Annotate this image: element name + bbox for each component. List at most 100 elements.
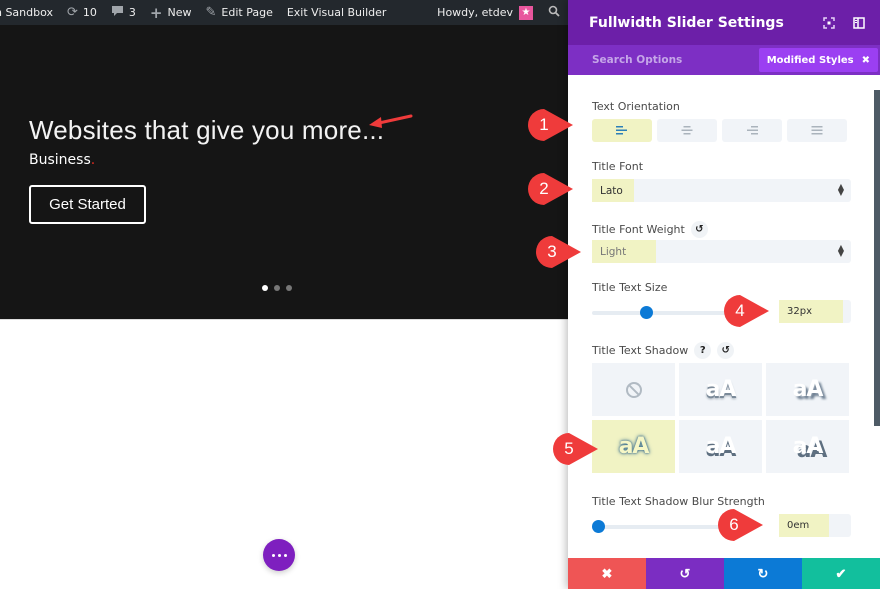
- shadow-preview-text: aA: [618, 434, 650, 459]
- align-right-icon: [747, 126, 758, 135]
- panel-header: Fullwidth Slider Settings: [568, 0, 880, 45]
- panel-scrollbar[interactable]: [874, 90, 880, 426]
- title-text-size-label: Title Text Size: [592, 281, 667, 294]
- get-started-button[interactable]: Get Started: [29, 185, 146, 224]
- slide-dot[interactable]: [274, 285, 280, 291]
- title-font-weight-value: Light: [600, 245, 627, 258]
- slide-dot[interactable]: [286, 285, 292, 291]
- align-justify-icon: [811, 126, 823, 135]
- text-shadow-options: aA aA aA aA aA: [592, 363, 849, 473]
- shadow-preview-text: aA: [705, 434, 737, 459]
- title-font-value: Lato: [600, 184, 623, 197]
- panel-toolbar: Modified Styles ✖: [568, 45, 880, 75]
- shadow-option-none[interactable]: [592, 363, 675, 416]
- comment-icon: [111, 5, 124, 21]
- annotation-marker: 5: [552, 432, 598, 466]
- shadow-blur-label: Title Text Shadow Blur Strength: [592, 495, 765, 508]
- expand-modal-icon[interactable]: [814, 8, 844, 38]
- avatar: ★: [519, 5, 533, 20]
- save-button[interactable]: ✔: [802, 558, 880, 589]
- slide-dot[interactable]: [262, 285, 268, 291]
- align-justify-button[interactable]: [787, 119, 847, 142]
- shadow-option-5[interactable]: aA: [766, 420, 849, 473]
- exit-visual-builder-label: Exit Visual Builder: [286, 6, 387, 19]
- slide-subtitle-text: Business: [29, 152, 91, 168]
- text-orientation-options: [592, 119, 847, 142]
- marker-number: 5: [564, 439, 574, 458]
- edit-page-link[interactable]: ✎ Edit Page: [199, 0, 280, 25]
- account-menu[interactable]: Howdy, etdev ★: [430, 0, 540, 25]
- undo-button[interactable]: ↺: [646, 558, 724, 589]
- more-dots-icon: [271, 553, 275, 557]
- close-icon[interactable]: ✖: [862, 55, 870, 66]
- admin-bar: gn Sandbox ⟳ 10 3 + New ✎ Edit Page Exit…: [0, 0, 568, 25]
- shadow-option-3[interactable]: aA: [592, 420, 675, 473]
- title-text-size-value: 32px: [787, 306, 812, 317]
- marker-number: 3: [547, 242, 557, 261]
- dock-sidebar-icon[interactable]: [844, 8, 874, 38]
- title-text-size-label-text: Title Text Size: [592, 281, 668, 294]
- shadow-option-2[interactable]: aA: [766, 363, 849, 416]
- fullwidth-slider: Websites that give you more... Business.…: [0, 25, 568, 319]
- shadow-option-1[interactable]: aA: [679, 363, 762, 416]
- text-orientation-label: Text Orientation: [592, 100, 680, 113]
- refresh-icon: ⟳: [67, 5, 78, 20]
- reset-icon[interactable]: ↺: [717, 342, 735, 359]
- annotation-marker: 4: [723, 294, 769, 328]
- site-name-link[interactable]: gn Sandbox: [0, 0, 60, 25]
- slide-title: Websites that give you more...: [29, 115, 385, 145]
- marker-number: 4: [735, 301, 745, 320]
- shadow-blur-input[interactable]: 0em: [779, 514, 851, 537]
- arrow-annotation-icon: [369, 114, 413, 128]
- greeting: Howdy, etdev: [437, 6, 513, 19]
- text-orientation-label-text: Text Orientation: [592, 100, 680, 113]
- new-content-link[interactable]: + New: [143, 0, 199, 25]
- title-font-weight-label: Title Font Weight ↺: [592, 221, 708, 238]
- panel-footer: ✖ ↺ ↻ ✔: [568, 558, 880, 589]
- title-font-weight-select[interactable]: Light ▲ ▼: [592, 240, 851, 263]
- title-font-select[interactable]: Lato ▲ ▼: [592, 179, 851, 202]
- marker-number: 6: [729, 515, 739, 534]
- annotation-marker: 6: [717, 508, 763, 542]
- redo-button[interactable]: ↻: [724, 558, 802, 589]
- select-caret-icon: ▲ ▼: [837, 182, 844, 197]
- align-center-button[interactable]: [657, 119, 717, 142]
- more-dots-icon: [283, 553, 287, 557]
- title-text-shadow-label: Title Text Shadow ? ↺: [592, 342, 735, 359]
- page-settings-button[interactable]: [263, 539, 295, 571]
- no-shadow-icon: [625, 381, 642, 398]
- slider-handle[interactable]: [592, 520, 605, 533]
- slider-handle[interactable]: [640, 306, 654, 319]
- section-divider: [0, 319, 568, 320]
- discard-button[interactable]: ✖: [568, 558, 646, 589]
- shadow-option-4[interactable]: aA: [679, 420, 762, 473]
- annotation-marker: 3: [535, 235, 581, 269]
- comments-count: 3: [128, 6, 136, 19]
- search-options-input[interactable]: [592, 54, 752, 66]
- align-left-icon: [616, 126, 627, 135]
- annotation-marker: 2: [527, 172, 573, 206]
- marker-number: 1: [539, 115, 549, 134]
- reset-icon[interactable]: ↺: [690, 221, 708, 238]
- shadow-preview-text: aA: [705, 377, 737, 402]
- select-caret-icon: ▲ ▼: [837, 243, 844, 258]
- align-left-button[interactable]: [592, 119, 652, 142]
- title-text-size-input[interactable]: 32px: [779, 300, 851, 323]
- plus-icon: +: [149, 3, 163, 22]
- align-center-icon: [681, 126, 693, 135]
- title-font-label-text: Title Font: [592, 160, 644, 173]
- slide-pagination: [262, 285, 292, 291]
- updates-link[interactable]: ⟳ 10: [60, 0, 104, 25]
- help-icon[interactable]: ?: [694, 342, 712, 359]
- slide-subtitle-dot: .: [90, 152, 96, 168]
- search-icon[interactable]: [540, 5, 568, 20]
- more-dots-icon: [277, 553, 281, 557]
- exit-visual-builder-link[interactable]: Exit Visual Builder: [280, 0, 394, 25]
- edit-page-label: Edit Page: [221, 6, 273, 19]
- comments-link[interactable]: 3: [104, 0, 143, 25]
- shadow-preview-text: aA: [792, 377, 824, 402]
- shadow-blur-label-text: Title Text Shadow Blur Strength: [592, 495, 765, 508]
- modified-styles-filter[interactable]: Modified Styles ✖: [758, 48, 878, 72]
- site-name: gn Sandbox: [0, 6, 54, 19]
- align-right-button[interactable]: [722, 119, 782, 142]
